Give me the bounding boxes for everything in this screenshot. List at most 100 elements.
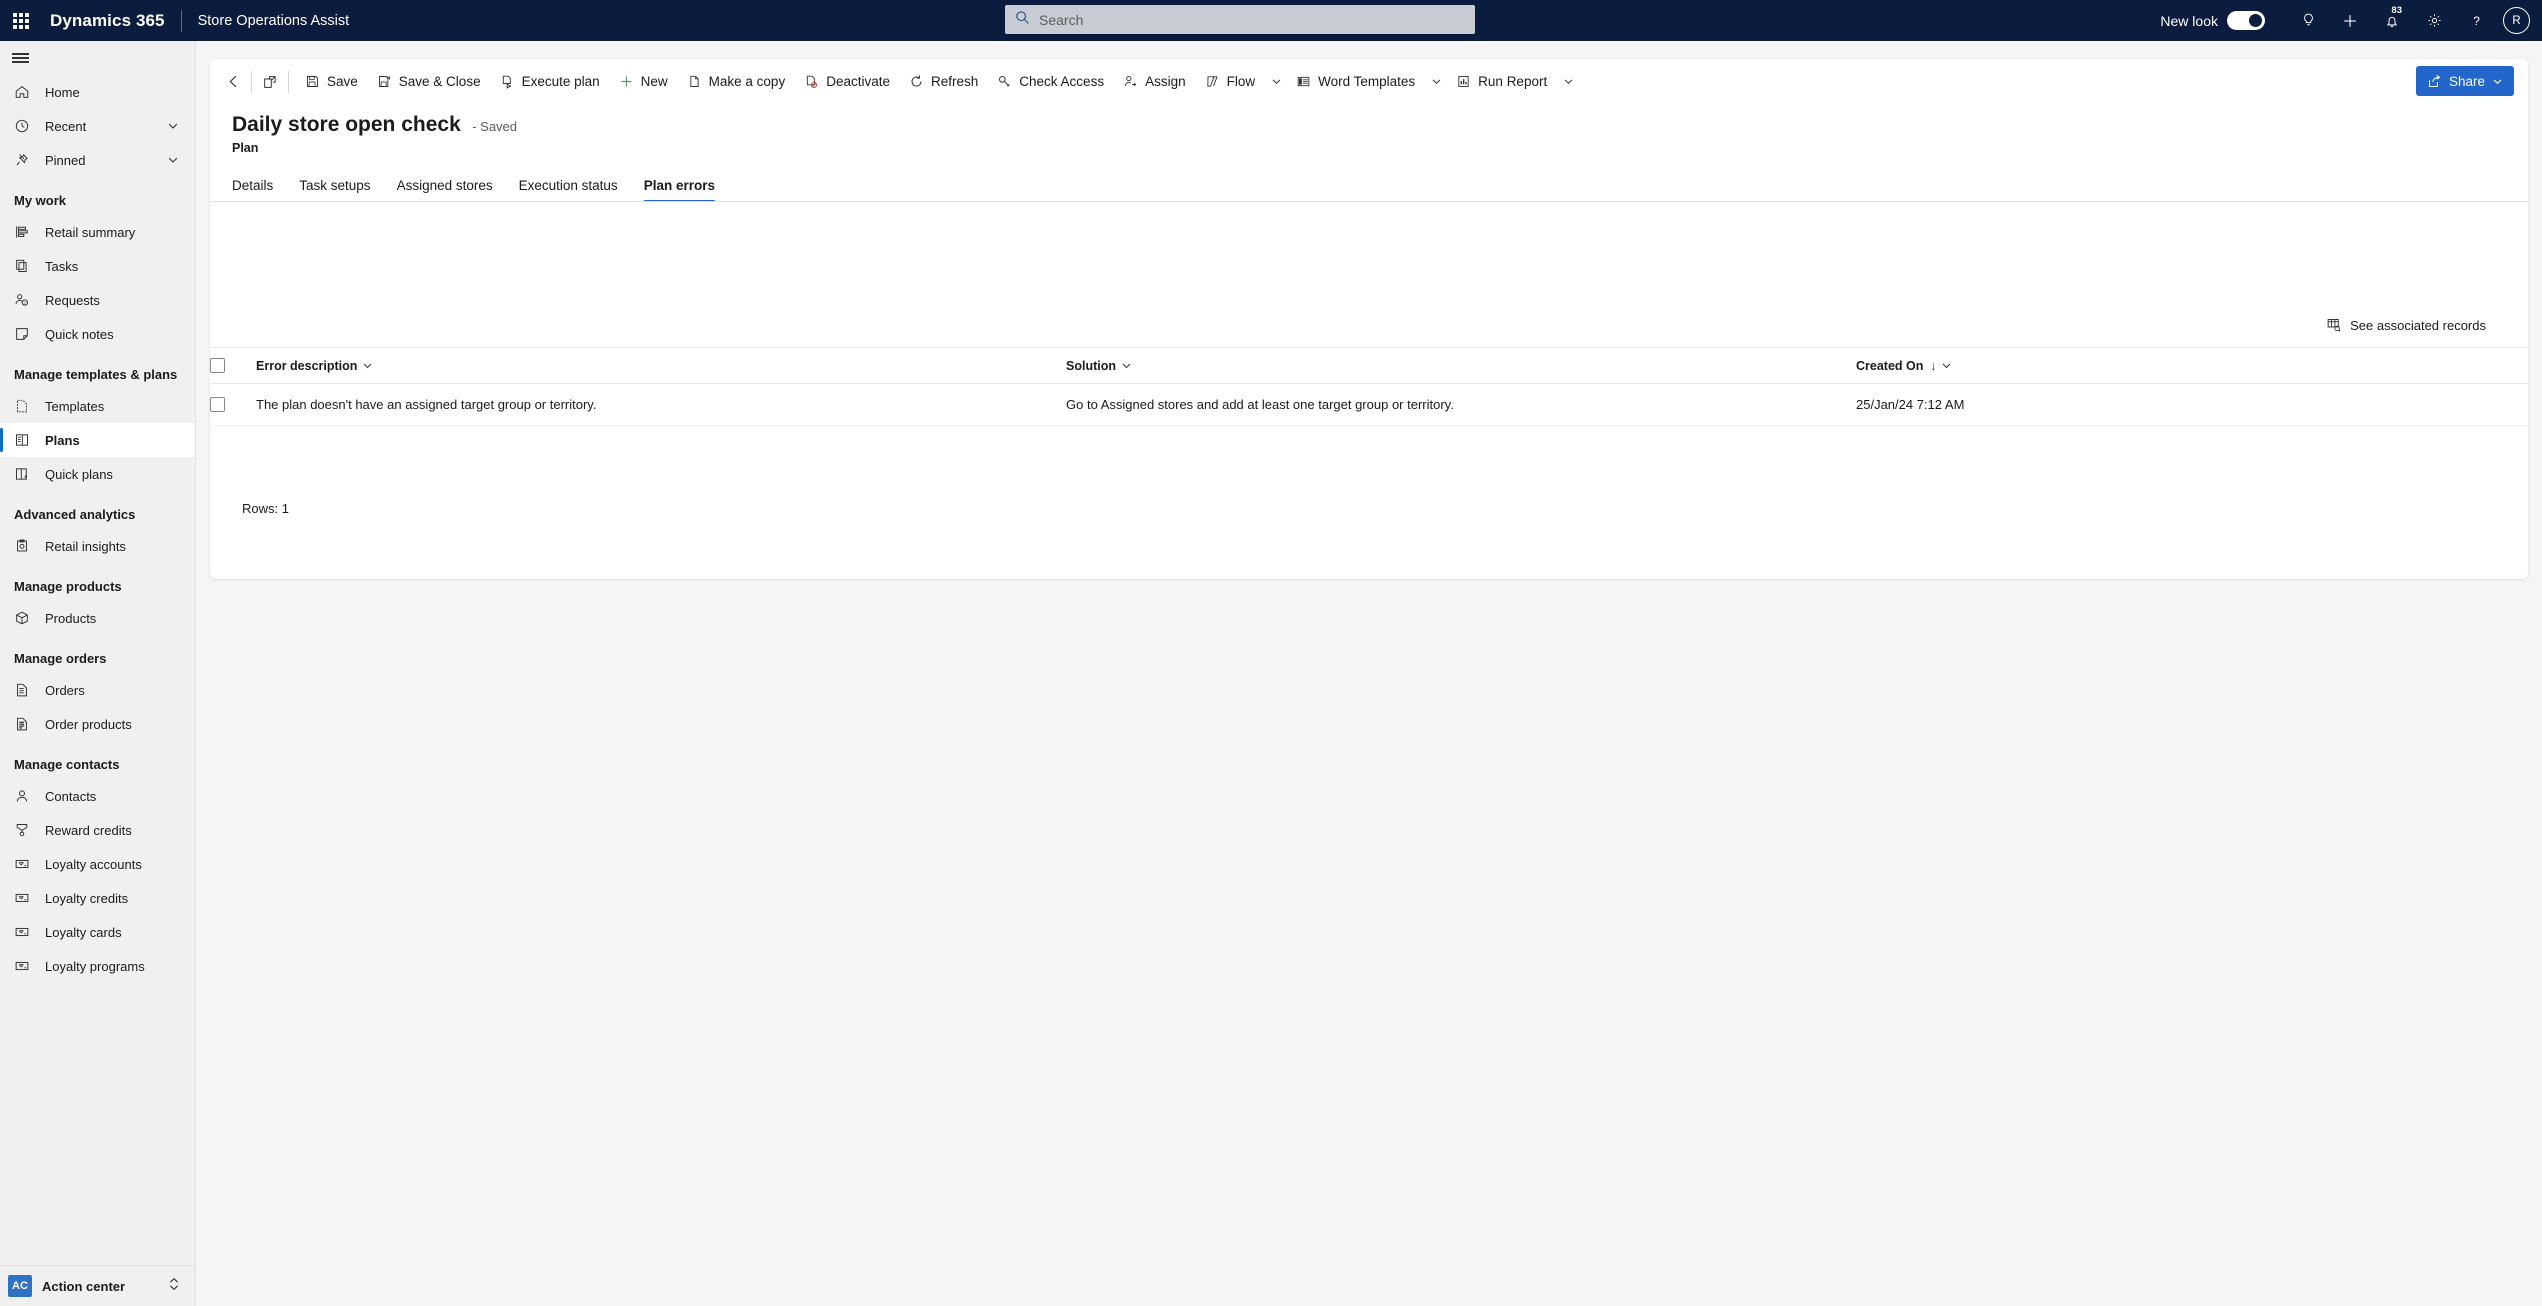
requests-icon: ?	[14, 291, 36, 309]
table-row[interactable]: The plan doesn't have an assigned target…	[210, 384, 2528, 426]
sidebar-item-label: Recent	[45, 118, 87, 134]
gear-icon[interactable]	[2413, 0, 2455, 41]
sidebar-item-tasks[interactable]: Tasks	[0, 249, 195, 283]
chevron-down-icon[interactable]	[167, 120, 179, 132]
new-look-toggle[interactable]	[2227, 11, 2265, 30]
tab-task-setups[interactable]: Task setups	[286, 178, 383, 202]
sidebar-item-quick-plans[interactable]: Quick plans	[0, 457, 195, 491]
tab-execution-status[interactable]: Execution status	[506, 178, 631, 202]
sidebar-item-loyalty-programs[interactable]: Loyalty programs	[0, 949, 195, 983]
sidebar-item-label: Reward credits	[45, 822, 132, 838]
action-center-label: Action center	[42, 1278, 126, 1294]
brand-title[interactable]: Dynamics 365	[50, 11, 165, 31]
sidebar-item-loyalty-accounts[interactable]: Loyalty accounts	[0, 847, 195, 881]
select-all-header[interactable]	[210, 348, 256, 384]
sidebar-item-products[interactable]: Products	[0, 601, 195, 635]
sidebar-item-retail-insights[interactable]: Retail insights	[0, 529, 195, 563]
open-in-new-window-icon[interactable]	[259, 66, 281, 98]
loyalty-card-icon	[14, 855, 36, 873]
save-and-close-button[interactable]: Save & Close	[368, 66, 490, 98]
sidebar-item-contacts[interactable]: Contacts	[0, 779, 195, 813]
plus-icon[interactable]	[2329, 0, 2371, 41]
associated-records-icon	[2326, 317, 2342, 333]
word-templates-chevron-down-icon[interactable]	[1425, 66, 1447, 98]
notification-badge: 83	[2388, 5, 2405, 17]
loyalty-card-icon	[14, 889, 36, 907]
command-label: Save & Close	[398, 74, 481, 89]
check-access-button[interactable]: Check Access	[988, 66, 1113, 98]
sidebar-item-pinned[interactable]: Pinned	[0, 143, 195, 177]
row-checkbox[interactable]	[210, 397, 225, 412]
plans-icon	[14, 431, 36, 449]
command-bar: Save Save & Close Execute plan New Make …	[210, 59, 2528, 104]
sort-descending-icon[interactable]: ↓	[1930, 359, 1936, 373]
avatar[interactable]: R	[2503, 7, 2530, 34]
copy-icon	[687, 74, 702, 89]
sidebar-item-label: Loyalty programs	[45, 958, 145, 974]
app-header: Dynamics 365 Store Operations Assist New…	[0, 0, 2542, 41]
sidebar-item-recent[interactable]: Recent	[0, 109, 195, 143]
share-chevron-down-icon[interactable]	[2492, 76, 2503, 87]
question-icon[interactable]: ?	[2455, 0, 2497, 41]
action-center[interactable]: AC Action center	[0, 1265, 195, 1306]
sidebar-item-order-products[interactable]: Order products	[0, 707, 195, 741]
command-label: Save	[327, 74, 358, 89]
expand-collapse-icon[interactable]	[168, 1277, 180, 1296]
lightbulb-icon[interactable]	[2287, 0, 2329, 41]
refresh-button[interactable]: Refresh	[900, 66, 987, 98]
tab-details[interactable]: Details	[232, 178, 286, 202]
app-name[interactable]: Store Operations Assist	[198, 13, 350, 29]
sidebar-item-reward-credits[interactable]: Reward credits	[0, 813, 195, 847]
save-status: - Saved	[472, 119, 518, 134]
chevron-down-icon[interactable]	[167, 154, 179, 166]
assign-button[interactable]: Assign	[1114, 66, 1195, 98]
execute-plan-button[interactable]: Execute plan	[491, 66, 609, 98]
sidebar-item-retail-summary[interactable]: Retail summary	[0, 215, 195, 249]
hamburger-icon[interactable]	[0, 41, 195, 75]
column-header-error-description[interactable]: Error description	[256, 348, 1066, 384]
run-report-chevron-down-icon[interactable]	[1557, 66, 1579, 98]
sidebar-item-requests[interactable]: ? Requests	[0, 283, 195, 317]
sidebar-item-plans[interactable]: Plans	[0, 423, 195, 457]
search-input[interactable]	[1039, 11, 1465, 28]
save-button[interactable]: Save	[296, 66, 367, 98]
tab-plan-errors[interactable]: Plan errors	[631, 178, 728, 202]
bell-icon[interactable]: 83	[2371, 0, 2413, 41]
column-header-solution[interactable]: Solution	[1066, 348, 1856, 384]
sidebar-item-quick-notes[interactable]: Quick notes	[0, 317, 195, 351]
sidebar-item-loyalty-credits[interactable]: Loyalty credits	[0, 881, 195, 915]
tab-assigned-stores[interactable]: Assigned stores	[384, 178, 506, 202]
cell-error-description: The plan doesn't have an assigned target…	[256, 397, 597, 412]
contact-icon	[14, 787, 36, 805]
column-header-created-on[interactable]: Created On ↓	[1856, 348, 2528, 384]
global-search[interactable]	[1005, 5, 1475, 34]
chevron-down-icon[interactable]	[362, 360, 373, 371]
record-header: Daily store open check - Saved Plan	[210, 104, 2528, 155]
sidebar-item-orders[interactable]: Orders	[0, 673, 195, 707]
share-button[interactable]: Share	[2415, 66, 2514, 96]
new-look-label: New look	[2160, 12, 2218, 29]
svg-text:?: ?	[2473, 14, 2480, 28]
table-header: Error description Solution Created On ↓	[210, 347, 2528, 384]
rows-count: Rows: 1	[242, 501, 289, 516]
flow-chevron-down-icon[interactable]	[1265, 66, 1287, 98]
flow-button[interactable]: Flow	[1196, 66, 1265, 98]
make-a-copy-button[interactable]: Make a copy	[678, 66, 795, 98]
chevron-down-icon[interactable]	[1941, 360, 1952, 371]
sidebar-item-templates[interactable]: Templates	[0, 389, 195, 423]
new-button[interactable]: New	[610, 66, 677, 98]
sidebar-item-home[interactable]: Home	[0, 75, 195, 109]
see-associated-records-button[interactable]: See associated records	[2318, 312, 2494, 338]
app-launcher-icon[interactable]	[0, 0, 42, 41]
deactivate-button[interactable]: Deactivate	[795, 66, 899, 98]
deactivate-icon	[804, 74, 819, 89]
word-templates-button[interactable]: Word Templates	[1287, 66, 1424, 98]
see-associated-records-label: See associated records	[2350, 317, 2486, 333]
back-arrow-icon[interactable]	[222, 66, 244, 98]
sidebar-item-loyalty-cards[interactable]: Loyalty cards	[0, 915, 195, 949]
select-all-checkbox[interactable]	[210, 358, 225, 373]
row-select-cell[interactable]	[210, 384, 256, 426]
sidebar-item-label: Order products	[45, 716, 132, 732]
chevron-down-icon[interactable]	[1121, 360, 1132, 371]
run-report-button[interactable]: Run Report	[1447, 66, 1556, 98]
